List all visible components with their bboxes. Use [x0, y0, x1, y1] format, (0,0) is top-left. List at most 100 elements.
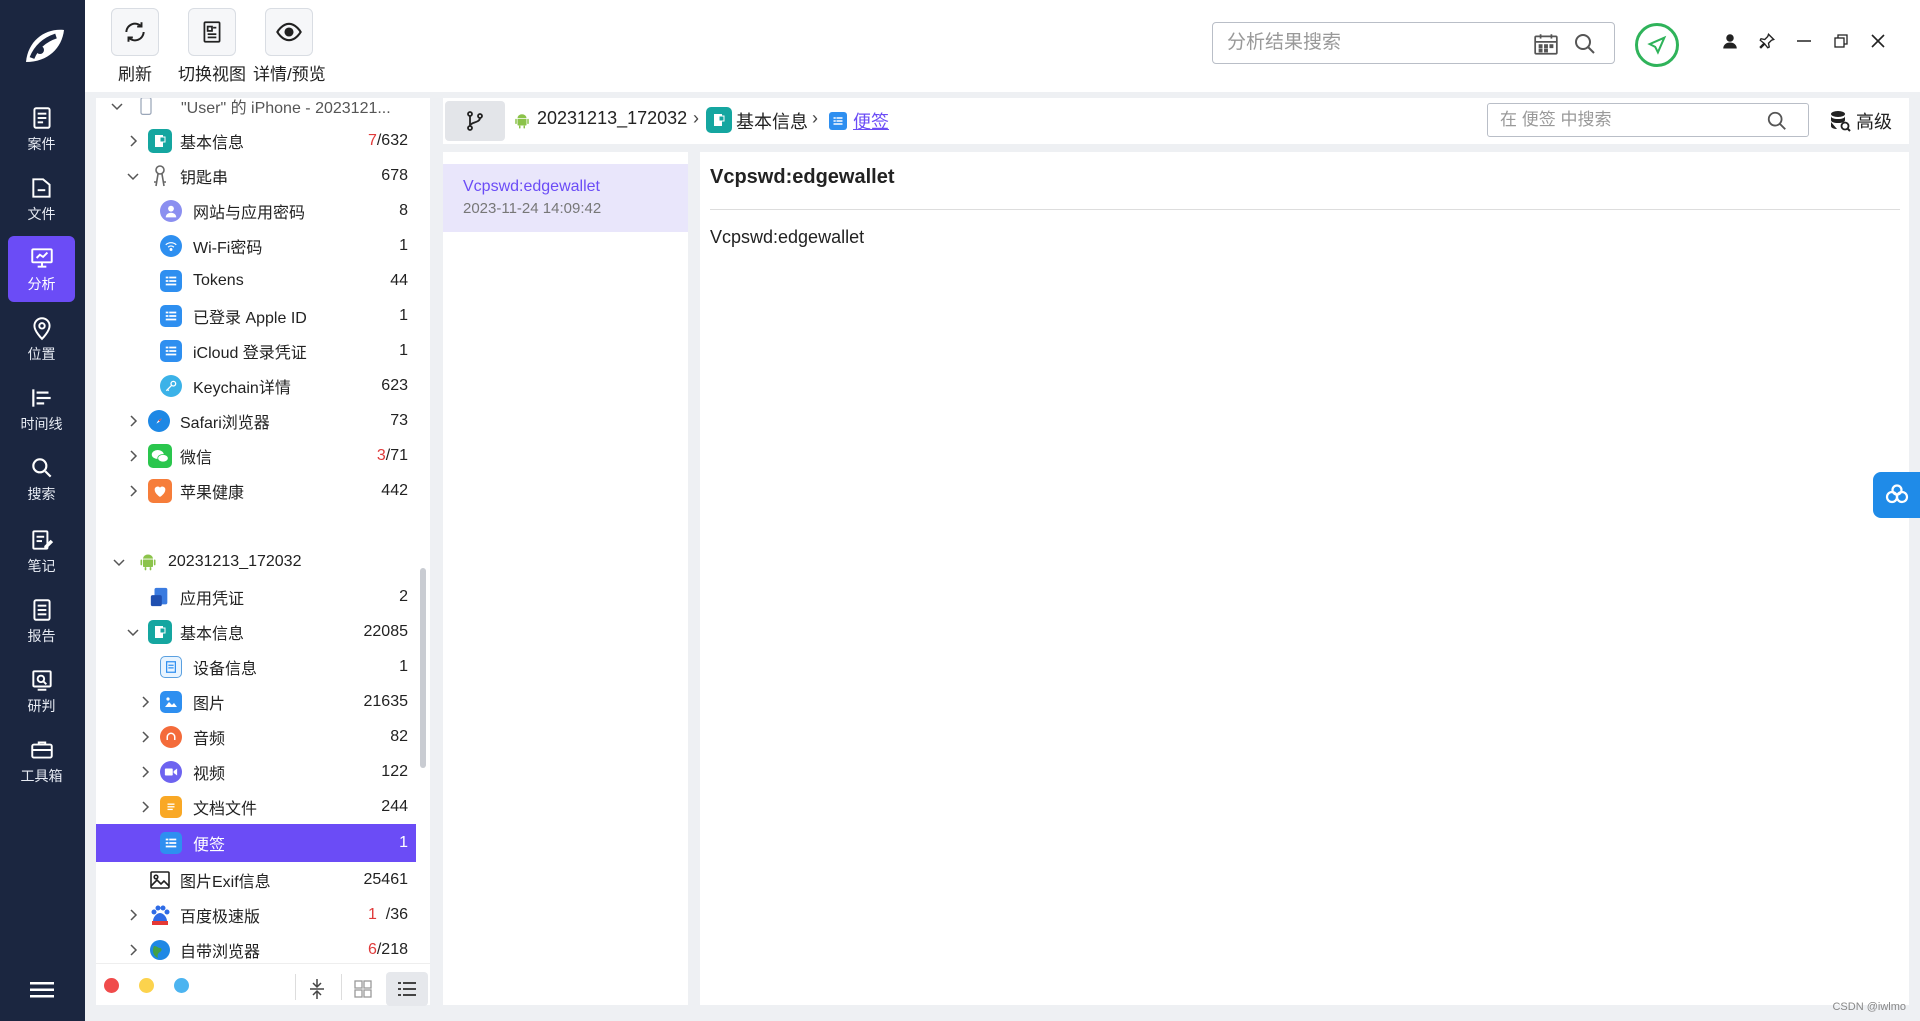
wifi-icon — [160, 234, 182, 257]
tree-row-wechat[interactable]: 微信 3/71 — [96, 438, 416, 473]
red-filter-dot[interactable] — [104, 978, 119, 993]
chevron-right-icon[interactable] — [138, 800, 152, 814]
list-item[interactable]: Vcpswd:edgewallet 2023-11-24 14:09:42 — [443, 164, 688, 232]
list-doc-icon — [829, 112, 847, 130]
notes-search-box[interactable] — [1487, 103, 1809, 137]
chevron-right-icon[interactable] — [138, 730, 152, 744]
tree-row-device-info[interactable]: 设备信息 1 — [96, 649, 416, 684]
collapse-all-button[interactable] — [296, 972, 338, 1006]
chevron-right-icon[interactable] — [126, 449, 140, 463]
app-window: 案件 文件 分析 位置 时间线 搜索 笔记 报告 研判 工具箱 刷新 切换视图 … — [0, 0, 1920, 1021]
tree-row-audio[interactable]: 音频 82 — [96, 719, 416, 754]
tree-row-baidu-lite[interactable]: 百度极速版 1 /36 — [96, 897, 416, 932]
blue-filter-dot[interactable] — [174, 978, 189, 993]
tree-count: 82 — [390, 727, 408, 745]
tree-label: 百度极速版 — [180, 908, 261, 926]
notes-search-input[interactable] — [1500, 110, 1760, 130]
chevron-down-icon[interactable] — [112, 555, 126, 569]
nav-item-search[interactable]: 搜索 — [8, 446, 75, 512]
tree-label: Keychain详情 — [193, 379, 291, 397]
chevron-down-icon[interactable] — [126, 625, 140, 639]
minimize-button[interactable] — [1793, 30, 1815, 52]
calendar-icon[interactable] — [1533, 32, 1559, 56]
close-button[interactable] — [1867, 30, 1889, 52]
menu-icon[interactable] — [30, 980, 54, 1000]
nav-item-timeline[interactable]: 时间线 — [8, 376, 75, 442]
tree-row-apple-id[interactable]: 已登录 Apple ID 1 — [96, 298, 416, 333]
chevron-right-icon[interactable] — [138, 765, 152, 779]
search-icon[interactable] — [1766, 110, 1788, 132]
chevron-right-icon[interactable] — [126, 908, 140, 922]
branch-button[interactable] — [445, 101, 505, 141]
tree-count: 1 — [399, 236, 408, 254]
nav-item-notes[interactable]: 笔记 — [8, 518, 75, 584]
android-icon — [140, 554, 156, 570]
wechat-icon — [148, 443, 172, 468]
detail-preview-button[interactable]: 详情/预览 — [253, 8, 326, 85]
tree-row-icloud-credentials[interactable]: iCloud 登录凭证 1 — [96, 333, 416, 368]
tree-row-wifi-passwords[interactable]: Wi-Fi密码 1 — [96, 228, 416, 263]
tree-label: Wi-Fi密码 — [193, 239, 263, 257]
phone-icon — [140, 98, 152, 115]
tree-label: 苹果健康 — [180, 484, 245, 502]
collapse-icon — [310, 979, 324, 999]
user-button[interactable] — [1719, 30, 1741, 52]
tree-row-tokens[interactable]: Tokens 44 — [96, 263, 416, 298]
left-navigation: 案件 文件 分析 位置 时间线 搜索 笔记 报告 研判 工具箱 — [0, 0, 85, 1021]
tree-row-keychain[interactable]: 钥匙串 678 — [96, 158, 416, 193]
notes-list: Vcpswd:edgewallet 2023-11-24 14:09:42 — [443, 152, 688, 1005]
nav-item-report[interactable]: 报告 — [8, 588, 75, 654]
chevron-down-icon[interactable] — [126, 169, 140, 183]
tree-label: "User" 的 iPhone - 2023121... — [181, 99, 391, 117]
nav-item-location[interactable]: 位置 — [8, 306, 75, 372]
search-icon[interactable] — [1573, 32, 1597, 56]
analysis-search-box[interactable] — [1212, 22, 1615, 64]
grid-view-button[interactable] — [342, 972, 384, 1006]
analysis-search-input[interactable] — [1227, 32, 1527, 54]
nav-item-analysis[interactable]: 分析 — [8, 236, 75, 302]
nav-item-files[interactable]: 文件 — [8, 166, 75, 232]
tree-row-images[interactable]: 图片 21635 — [96, 684, 416, 719]
chevron-right-icon[interactable] — [126, 134, 140, 148]
tree-row-iphone-device[interactable]: "User" 的 iPhone - 2023121... — [96, 98, 416, 123]
nav-item-case[interactable]: 案件 — [8, 96, 75, 162]
breadcrumb-bar: 20231213_172032 › 基本信息 › 便签 高级 — [443, 98, 1909, 144]
breadcrumb-basic-info[interactable]: 基本信息 — [736, 108, 808, 134]
nav-item-judge[interactable]: 研判 — [8, 658, 75, 724]
tree-row-builtin-browser[interactable]: 自带浏览器 6/218 — [96, 932, 416, 967]
advanced-search-button[interactable]: 高级 — [1828, 108, 1892, 134]
floating-tool-button[interactable] — [1873, 472, 1920, 518]
send-icon — [1647, 35, 1667, 55]
chevron-right-icon[interactable] — [126, 484, 140, 498]
breadcrumb-device[interactable]: 20231213_172032 — [537, 108, 687, 129]
tree-row-safari[interactable]: Safari浏览器 73 — [96, 403, 416, 438]
chevron-right-icon[interactable] — [126, 943, 140, 957]
chevron-right-icon[interactable] — [138, 695, 152, 709]
chevron-right-icon[interactable] — [126, 414, 140, 428]
chevron-down-icon[interactable] — [110, 99, 124, 113]
tree-row-android-basic-info[interactable]: 基本信息 22085 — [96, 614, 416, 649]
tree-row-keychain-details[interactable]: Keychain详情 623 — [96, 368, 416, 403]
tree-row-apple-health[interactable]: 苹果健康 442 — [96, 473, 416, 508]
tree-row-basic-info[interactable]: 基本信息 7/632 — [96, 123, 416, 158]
tree-row-web-app-passwords[interactable]: 网站与应用密码 8 — [96, 193, 416, 228]
tree-row-android-device[interactable]: 20231213_172032 — [96, 544, 416, 579]
tree-row-exif[interactable]: 图片Exif信息 25461 — [96, 862, 416, 897]
tree-label: 文档文件 — [193, 800, 258, 818]
switch-view-button[interactable]: 切换视图 — [178, 8, 246, 85]
tree-row-documents[interactable]: 文档文件 244 — [96, 789, 416, 824]
tree-row-video[interactable]: 视频 122 — [96, 754, 416, 789]
tree-label: 已登录 Apple ID — [193, 309, 307, 327]
refresh-button[interactable]: 刷新 — [111, 8, 159, 85]
pin-button[interactable] — [1756, 30, 1778, 52]
tree-scrollbar[interactable] — [420, 568, 426, 768]
breadcrumb-notes[interactable]: 便签 — [853, 108, 889, 134]
yellow-filter-dot[interactable] — [139, 978, 154, 993]
tree-row-notes[interactable]: 便签 1 — [96, 824, 416, 862]
nav-item-toolbox[interactable]: 工具箱 — [8, 728, 75, 794]
restore-button[interactable] — [1830, 30, 1852, 52]
basic-info-icon — [148, 619, 172, 644]
list-view-button[interactable] — [386, 972, 428, 1006]
tree-row-app-credentials[interactable]: 应用凭证 2 — [96, 579, 416, 614]
send-button[interactable] — [1635, 23, 1679, 67]
